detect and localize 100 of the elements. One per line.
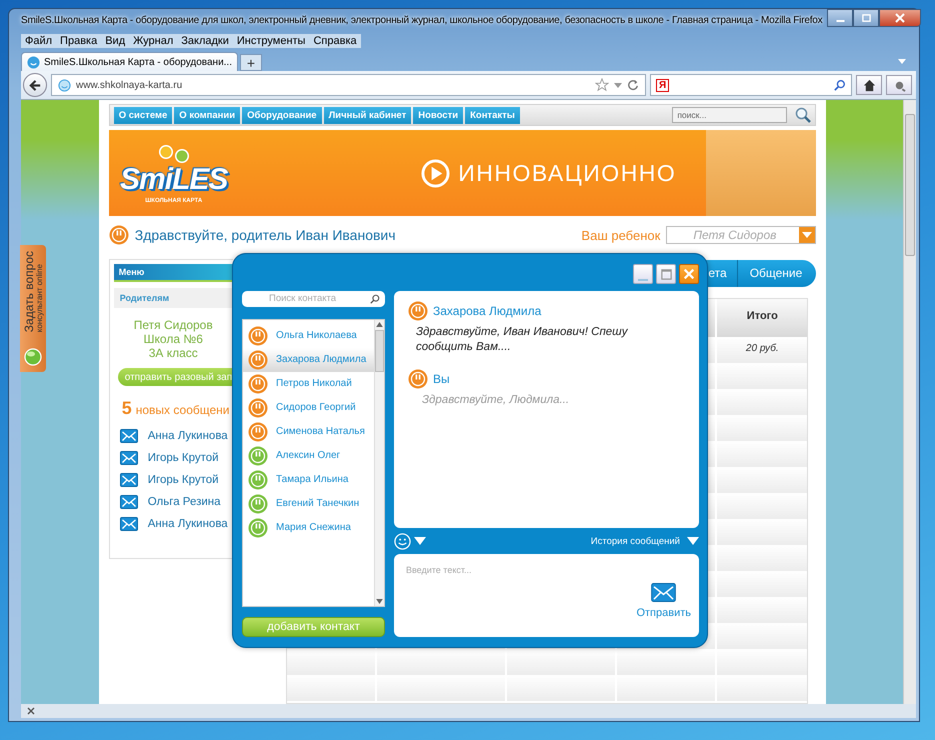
message-text: Здравствуйте, Людмила... (421, 393, 570, 408)
message-sender[interactable]: Анна Лукинова (148, 430, 228, 442)
send-button[interactable]: Отправить (636, 583, 691, 619)
nav-link[interactable]: Личный кабинет (324, 106, 412, 124)
scroll-down-icon[interactable] (376, 599, 383, 604)
nav-link[interactable]: О компании (174, 106, 240, 124)
site-search-field[interactable]: поиск... (672, 107, 788, 124)
scroll-thumb[interactable] (905, 114, 916, 256)
envelope-icon (651, 583, 676, 602)
address-bar[interactable]: www.shkolnaya-karta.ru (51, 74, 646, 96)
envelope-icon (120, 428, 138, 442)
contact-item[interactable]: Тамара Ильина (243, 468, 374, 492)
contact-item[interactable]: Сименова Наталья (243, 420, 374, 444)
menu-item[interactable]: Правка (56, 34, 102, 48)
smiley-icon (58, 78, 71, 92)
globe-icon (24, 348, 42, 366)
child-info: Школа №6 (144, 332, 203, 346)
home-icon (862, 78, 876, 92)
new-tab-button[interactable]: + (240, 54, 262, 71)
caret-icon[interactable] (614, 82, 622, 88)
menu-item[interactable]: Справка (309, 34, 361, 48)
contact-item[interactable]: Евгений Танечкин (243, 492, 374, 516)
play-icon[interactable] (421, 158, 450, 188)
message-text: Здравствуйте, Иван Иванович! Спешу сообщить Вам.... (415, 325, 629, 355)
minimize-icon (836, 20, 845, 22)
star-icon[interactable] (595, 78, 609, 92)
minimize-icon (638, 278, 648, 280)
search-field[interactable]: Я (650, 74, 852, 96)
greeting: Здравствуйте, родитель Иван Иванович (134, 227, 396, 244)
envelope-icon (120, 494, 138, 508)
scroll-up-icon[interactable] (376, 322, 383, 327)
maximize-button[interactable] (853, 9, 880, 27)
contact-item[interactable]: Захарова Людмила (243, 348, 374, 372)
nav-link[interactable]: Контакты (465, 106, 520, 124)
close-button[interactable] (879, 9, 922, 27)
search-icon[interactable] (795, 107, 812, 124)
child-info: 3А класс (148, 346, 198, 360)
contact-item[interactable]: Сидоров Георгий (243, 396, 374, 420)
scrollbar[interactable] (903, 100, 916, 704)
message-sender[interactable]: Ольга Резина (148, 496, 221, 508)
menu-item[interactable]: Вид (101, 34, 130, 48)
search-icon[interactable] (834, 79, 846, 91)
smiley-icon[interactable] (394, 532, 411, 550)
message-sender[interactable]: Анна Лукинова (148, 518, 228, 530)
history-link[interactable]: История сообщений (590, 536, 680, 546)
add-contact-button[interactable]: добавить контакт (242, 617, 385, 638)
message-sender[interactable]: Игорь Крутой (148, 474, 219, 486)
status-icon (408, 301, 428, 321)
scroll-thumb[interactable] (375, 330, 384, 372)
close-icon[interactable] (27, 707, 35, 715)
caret-icon[interactable] (898, 59, 906, 64)
message-input-field[interactable]: Введите текст... Отправить (394, 554, 699, 637)
page-tab[interactable]: Общение (736, 260, 816, 287)
envelope-icon (120, 450, 138, 464)
search-icon[interactable] (370, 294, 380, 304)
message-sender[interactable]: Игорь Крутой (148, 452, 219, 464)
child-dropdown[interactable]: Петя Сидоров (666, 226, 816, 244)
child-label: Ваш ребенок (581, 228, 660, 243)
search-engine-logo: Я (656, 78, 670, 92)
contact-item[interactable]: Ольга Николаева (243, 324, 374, 348)
close-button[interactable] (679, 264, 699, 284)
back-button[interactable] (23, 73, 47, 97)
envelope-icon (120, 472, 138, 486)
home-button[interactable] (856, 75, 882, 95)
status-icon (408, 369, 428, 389)
banner-slogan: ИННОВАЦИОННО (458, 160, 676, 187)
close-icon (683, 268, 695, 280)
back-arrow-icon (28, 78, 42, 92)
smiley-icon (27, 56, 40, 68)
contact-search-field[interactable]: Поиск контакта (242, 291, 385, 307)
reload-icon[interactable] (627, 79, 639, 91)
scrollbar[interactable] (374, 320, 384, 606)
addon-button[interactable] (886, 75, 912, 95)
ask-question-tab[interactable]: Задать вопрос консультант online (20, 245, 46, 372)
page-tab[interactable]: ета (708, 260, 737, 287)
message-author: Захарова Людмила (433, 304, 542, 318)
contact-item[interactable]: Мария Снежина (243, 516, 374, 540)
message-count: 5 (122, 398, 132, 419)
menu-item[interactable]: Журнал (129, 34, 178, 48)
minimize-button[interactable] (827, 9, 854, 27)
window-title: SmileS.Школьная Карта - оборудование для школ, электронный дневник, электронный журнал, школьное оборудование, безопасность в школе - Главная страница - Mozilla Firefox (21, 14, 822, 26)
request-button[interactable]: отправить разовый зап (118, 368, 234, 386)
new-messages-label: новых сообщени (136, 403, 230, 417)
column-header: Итого (717, 299, 808, 337)
caret-icon (802, 232, 812, 238)
menu-item[interactable]: Закладки (177, 34, 233, 48)
menu-section[interactable]: Родителям (114, 288, 233, 308)
child-info: Петя Сидоров (134, 318, 213, 332)
nav-link[interactable]: О системе (114, 106, 172, 124)
message-author: Вы (433, 372, 450, 386)
maximize-icon (660, 268, 672, 280)
menu-item[interactable]: Файл (21, 34, 56, 48)
contact-item[interactable]: Петров Николай (243, 372, 374, 396)
menu-item[interactable]: Инструменты (232, 34, 310, 48)
caret-icon[interactable] (414, 537, 426, 545)
browser-tab[interactable]: SmileS.Школьная Карта - оборудовани... (21, 52, 238, 71)
contact-item[interactable]: Алексин Олег (243, 444, 374, 468)
nav-link[interactable]: Оборудование (242, 106, 322, 124)
nav-link[interactable]: Новости (413, 106, 464, 124)
maximize-icon (862, 14, 871, 22)
